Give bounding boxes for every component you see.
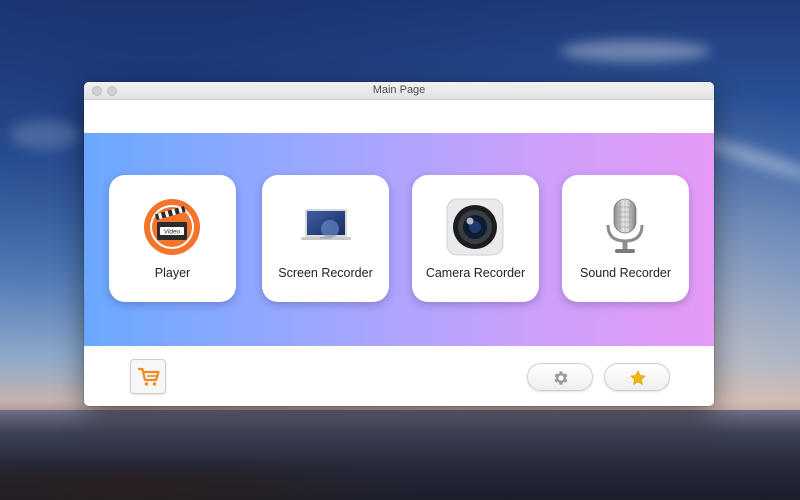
title-bar[interactable]: Main Page: [84, 82, 714, 100]
desktop-rocks: [0, 455, 420, 500]
store-button[interactable]: [130, 359, 166, 394]
sound-recorder-label: Sound Recorder: [579, 266, 672, 280]
main-window: Main Page Video Player Screen Recorder C…: [84, 82, 714, 406]
sound-recorder-card[interactable]: Sound Recorder: [562, 175, 689, 302]
player-card[interactable]: Video Player: [109, 175, 236, 302]
screen-recorder-card[interactable]: Screen Recorder: [262, 175, 389, 302]
feature-panel: Video Player Screen Recorder Camera Reco…: [84, 133, 714, 346]
laptop-icon: [301, 209, 351, 240]
gear-icon: [554, 371, 568, 385]
rate-button[interactable]: [604, 363, 670, 391]
player-icon-text: Video: [164, 229, 181, 236]
desktop-cloud: [560, 40, 710, 62]
star-icon: [630, 370, 646, 386]
desktop-cloud: [10, 120, 80, 150]
screen-recorder-label: Screen Recorder: [278, 266, 373, 280]
window-title: Main Page: [372, 84, 426, 96]
shopping-cart-icon: [138, 367, 160, 386]
camera-recorder-card[interactable]: Camera Recorder: [412, 175, 539, 302]
player-label: Player: [154, 266, 191, 280]
video-clapperboard-icon: Video: [144, 199, 200, 255]
camera-recorder-label: Camera Recorder: [425, 266, 526, 280]
footer-bar: [84, 346, 714, 406]
settings-button[interactable]: [527, 363, 593, 391]
camera-lens-icon: [446, 198, 504, 256]
microphone-icon: [606, 198, 644, 253]
toolbar-area: [84, 100, 714, 133]
